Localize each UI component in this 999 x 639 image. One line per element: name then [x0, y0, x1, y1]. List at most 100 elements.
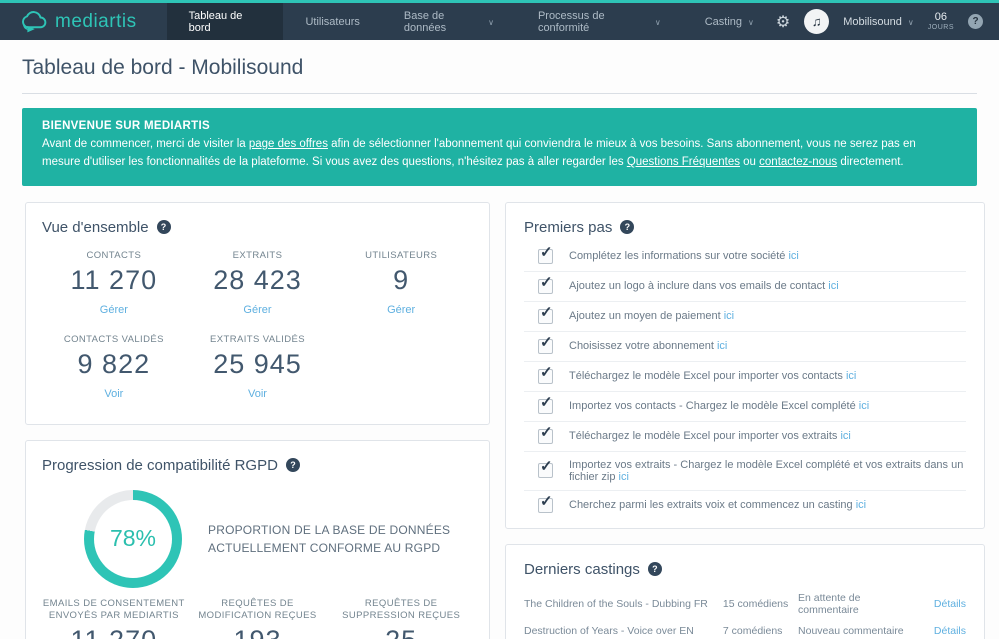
nav-item-label: Base de données: [404, 10, 482, 34]
checklist-text: Ajoutez un logo à inclure dans vos email…: [569, 280, 839, 292]
checklist-item: ✓ Complétez les informations sur votre s…: [524, 242, 966, 272]
page-header: Tableau de bord - Mobilisound: [0, 40, 999, 94]
checkbox-checked-icon[interactable]: ✓: [538, 369, 553, 384]
checklist-ici-link[interactable]: ici: [859, 400, 869, 412]
overview-card: Vue d'ensemble ? CONTACTS 11 270 Gérer E…: [25, 202, 490, 425]
rgpd-help-icon[interactable]: ?: [286, 458, 300, 472]
stat-block: EMAILS DE CONSENTEMENT ENVOYÉS PAR MEDIA…: [42, 598, 186, 639]
casting-details-link[interactable]: Détails: [934, 598, 966, 610]
stat-block: REQUÊTES DE SUPPRESSION REÇUES 25 Gérer: [329, 598, 473, 639]
checkbox-checked-icon[interactable]: ✓: [538, 463, 553, 478]
nav-item[interactable]: Tableau de bord: [167, 3, 284, 40]
overview-help-icon[interactable]: ?: [157, 220, 171, 234]
stat-value: 9: [329, 265, 473, 296]
casting-actor-count: 15 comédiens: [723, 598, 798, 610]
casting-row: The Children of the Souls - Dubbing FR 1…: [524, 588, 966, 621]
help-badge-icon[interactable]: ?: [968, 14, 983, 29]
casting-status: En attente de commentaire: [798, 592, 922, 616]
nav-items: Tableau de bord Utilisateurs Base de don…: [167, 3, 776, 40]
checklist-text: Téléchargez le modèle Excel pour importe…: [569, 370, 856, 382]
first-steps-help-icon[interactable]: ?: [620, 220, 634, 234]
checklist-ici-link[interactable]: ici: [717, 340, 727, 352]
stat-label: REQUÊTES DE SUPPRESSION REÇUES: [329, 598, 473, 624]
checklist-ici-link[interactable]: ici: [846, 370, 856, 382]
checklist-item: ✓ Téléchargez le modèle Excel pour impor…: [524, 362, 966, 392]
casting-name: The Children of the Souls - Dubbing FR: [524, 598, 723, 610]
welcome-banner: BIENVENUE SUR MEDIARTIS Avant de commenc…: [22, 108, 977, 186]
stat-value: 11 270: [42, 265, 186, 296]
cloud-logo-icon: [18, 11, 48, 33]
stat-link[interactable]: Gérer: [243, 304, 271, 316]
nav-item[interactable]: Processus de conformité ∨: [516, 3, 683, 40]
casting-name: Destruction of Years - Voice over EN: [524, 625, 723, 637]
stat-link[interactable]: Gérer: [100, 304, 128, 316]
stat-link[interactable]: Voir: [248, 388, 267, 400]
stat-link[interactable]: Gérer: [387, 304, 415, 316]
rgpd-card: Progression de compatibilité RGPD ? 78% …: [25, 440, 490, 639]
checklist-ici-link[interactable]: ici: [856, 499, 866, 511]
banner-text-4: directement.: [837, 156, 903, 168]
stat-block: EXTRAITS VALIDÉS 25 945 Voir: [186, 334, 330, 402]
account-avatar[interactable]: ♫: [804, 9, 829, 34]
nav-item[interactable]: Casting ∨: [683, 3, 776, 40]
stat-label: EXTRAITS: [186, 250, 330, 263]
rgpd-donut-hole: 78%: [94, 500, 172, 578]
checklist-item: ✓ Ajoutez un moyen de paiement ici: [524, 302, 966, 332]
account-menu[interactable]: Mobilisound ∨: [843, 16, 914, 28]
chevron-down-icon: ∨: [748, 18, 754, 27]
checklist-ici-link[interactable]: ici: [619, 471, 629, 483]
first-steps-card: Premiers pas ? ✓ Complétez les informati…: [505, 202, 985, 529]
checkbox-checked-icon[interactable]: ✓: [538, 498, 553, 513]
banner-text-3: ou: [740, 156, 759, 168]
offers-page-link[interactable]: page des offres: [249, 138, 328, 150]
rgpd-description: PROPORTION DE LA BASE DE DONNÉES ACTUELL…: [208, 521, 458, 557]
stat-link[interactable]: Voir: [104, 388, 123, 400]
right-column: Premiers pas ? ✓ Complétez les informati…: [505, 202, 985, 639]
main-content: Vue d'ensemble ? CONTACTS 11 270 Gérer E…: [0, 202, 999, 639]
faq-link[interactable]: Questions Fréquentes: [627, 156, 740, 168]
casting-details-link[interactable]: Détails: [934, 625, 966, 637]
days-value: 06: [928, 12, 954, 24]
banner-heading: BIENVENUE SUR MEDIARTIS: [42, 120, 957, 132]
checkbox-checked-icon[interactable]: ✓: [538, 279, 553, 294]
app-logo[interactable]: mediartis: [0, 3, 167, 40]
castings-help-icon[interactable]: ?: [648, 562, 662, 576]
checkbox-checked-icon[interactable]: ✓: [538, 399, 553, 414]
nav-right: ⚙ ♫ Mobilisound ∨ 06 JOURS ?: [776, 3, 999, 40]
checklist-text: Importez vos contacts - Chargez le modèl…: [569, 400, 869, 412]
account-label: Mobilisound: [843, 16, 902, 28]
rgpd-stats: EMAILS DE CONSENTEMENT ENVOYÉS PAR MEDIA…: [42, 598, 473, 639]
left-column: Vue d'ensemble ? CONTACTS 11 270 Gérer E…: [25, 202, 490, 639]
checkbox-checked-icon[interactable]: ✓: [538, 309, 553, 324]
checklist-ici-link[interactable]: ici: [788, 250, 798, 262]
chevron-down-icon: ∨: [908, 18, 914, 27]
nav-item[interactable]: Utilisateurs: [283, 3, 381, 40]
page-title: Tableau de bord - Mobilisound: [22, 56, 977, 94]
checklist-item: ✓ Ajoutez un logo à inclure dans vos ema…: [524, 272, 966, 302]
castings-list: The Children of the Souls - Dubbing FR 1…: [524, 588, 966, 639]
checkbox-checked-icon[interactable]: ✓: [538, 249, 553, 264]
checklist-ici-link[interactable]: ici: [828, 280, 838, 292]
rgpd-percent: 78%: [110, 525, 156, 552]
checklist-ici-link[interactable]: ici: [724, 310, 734, 322]
checklist-ici-link[interactable]: ici: [840, 430, 850, 442]
stat-label: EXTRAITS VALIDÉS: [186, 334, 330, 347]
castings-card: Derniers castings ? The Children of the …: [505, 544, 985, 639]
stat-value: 25 945: [186, 349, 330, 380]
stat-value: 11 270: [42, 625, 186, 639]
contact-link[interactable]: contactez-nous: [759, 156, 837, 168]
stat-block: REQUÊTES DE MODIFICATION REÇUES 193 Gére…: [186, 598, 330, 639]
checkbox-checked-icon[interactable]: ✓: [538, 339, 553, 354]
settings-gear-icon[interactable]: ⚙: [776, 12, 790, 32]
nav-item[interactable]: Base de données ∨: [382, 3, 516, 40]
stat-label: CONTACTS VALIDÉS: [42, 334, 186, 347]
stat-label: REQUÊTES DE MODIFICATION REÇUES: [186, 598, 330, 624]
checklist-item: ✓ Importez vos extraits - Chargez le mod…: [524, 452, 966, 491]
casting-status: Nouveau commentaire: [798, 625, 922, 637]
rgpd-main: 78% PROPORTION DE LA BASE DE DONNÉES ACT…: [84, 490, 473, 588]
banner-text: Avant de commencer, merci de visiter la …: [42, 136, 957, 172]
casting-actor-count: 7 comédiens: [723, 625, 798, 637]
checkbox-checked-icon[interactable]: ✓: [538, 429, 553, 444]
checklist-item: ✓ Cherchez parmi les extraits voix et co…: [524, 491, 966, 520]
castings-title: Derniers castings: [524, 561, 640, 578]
